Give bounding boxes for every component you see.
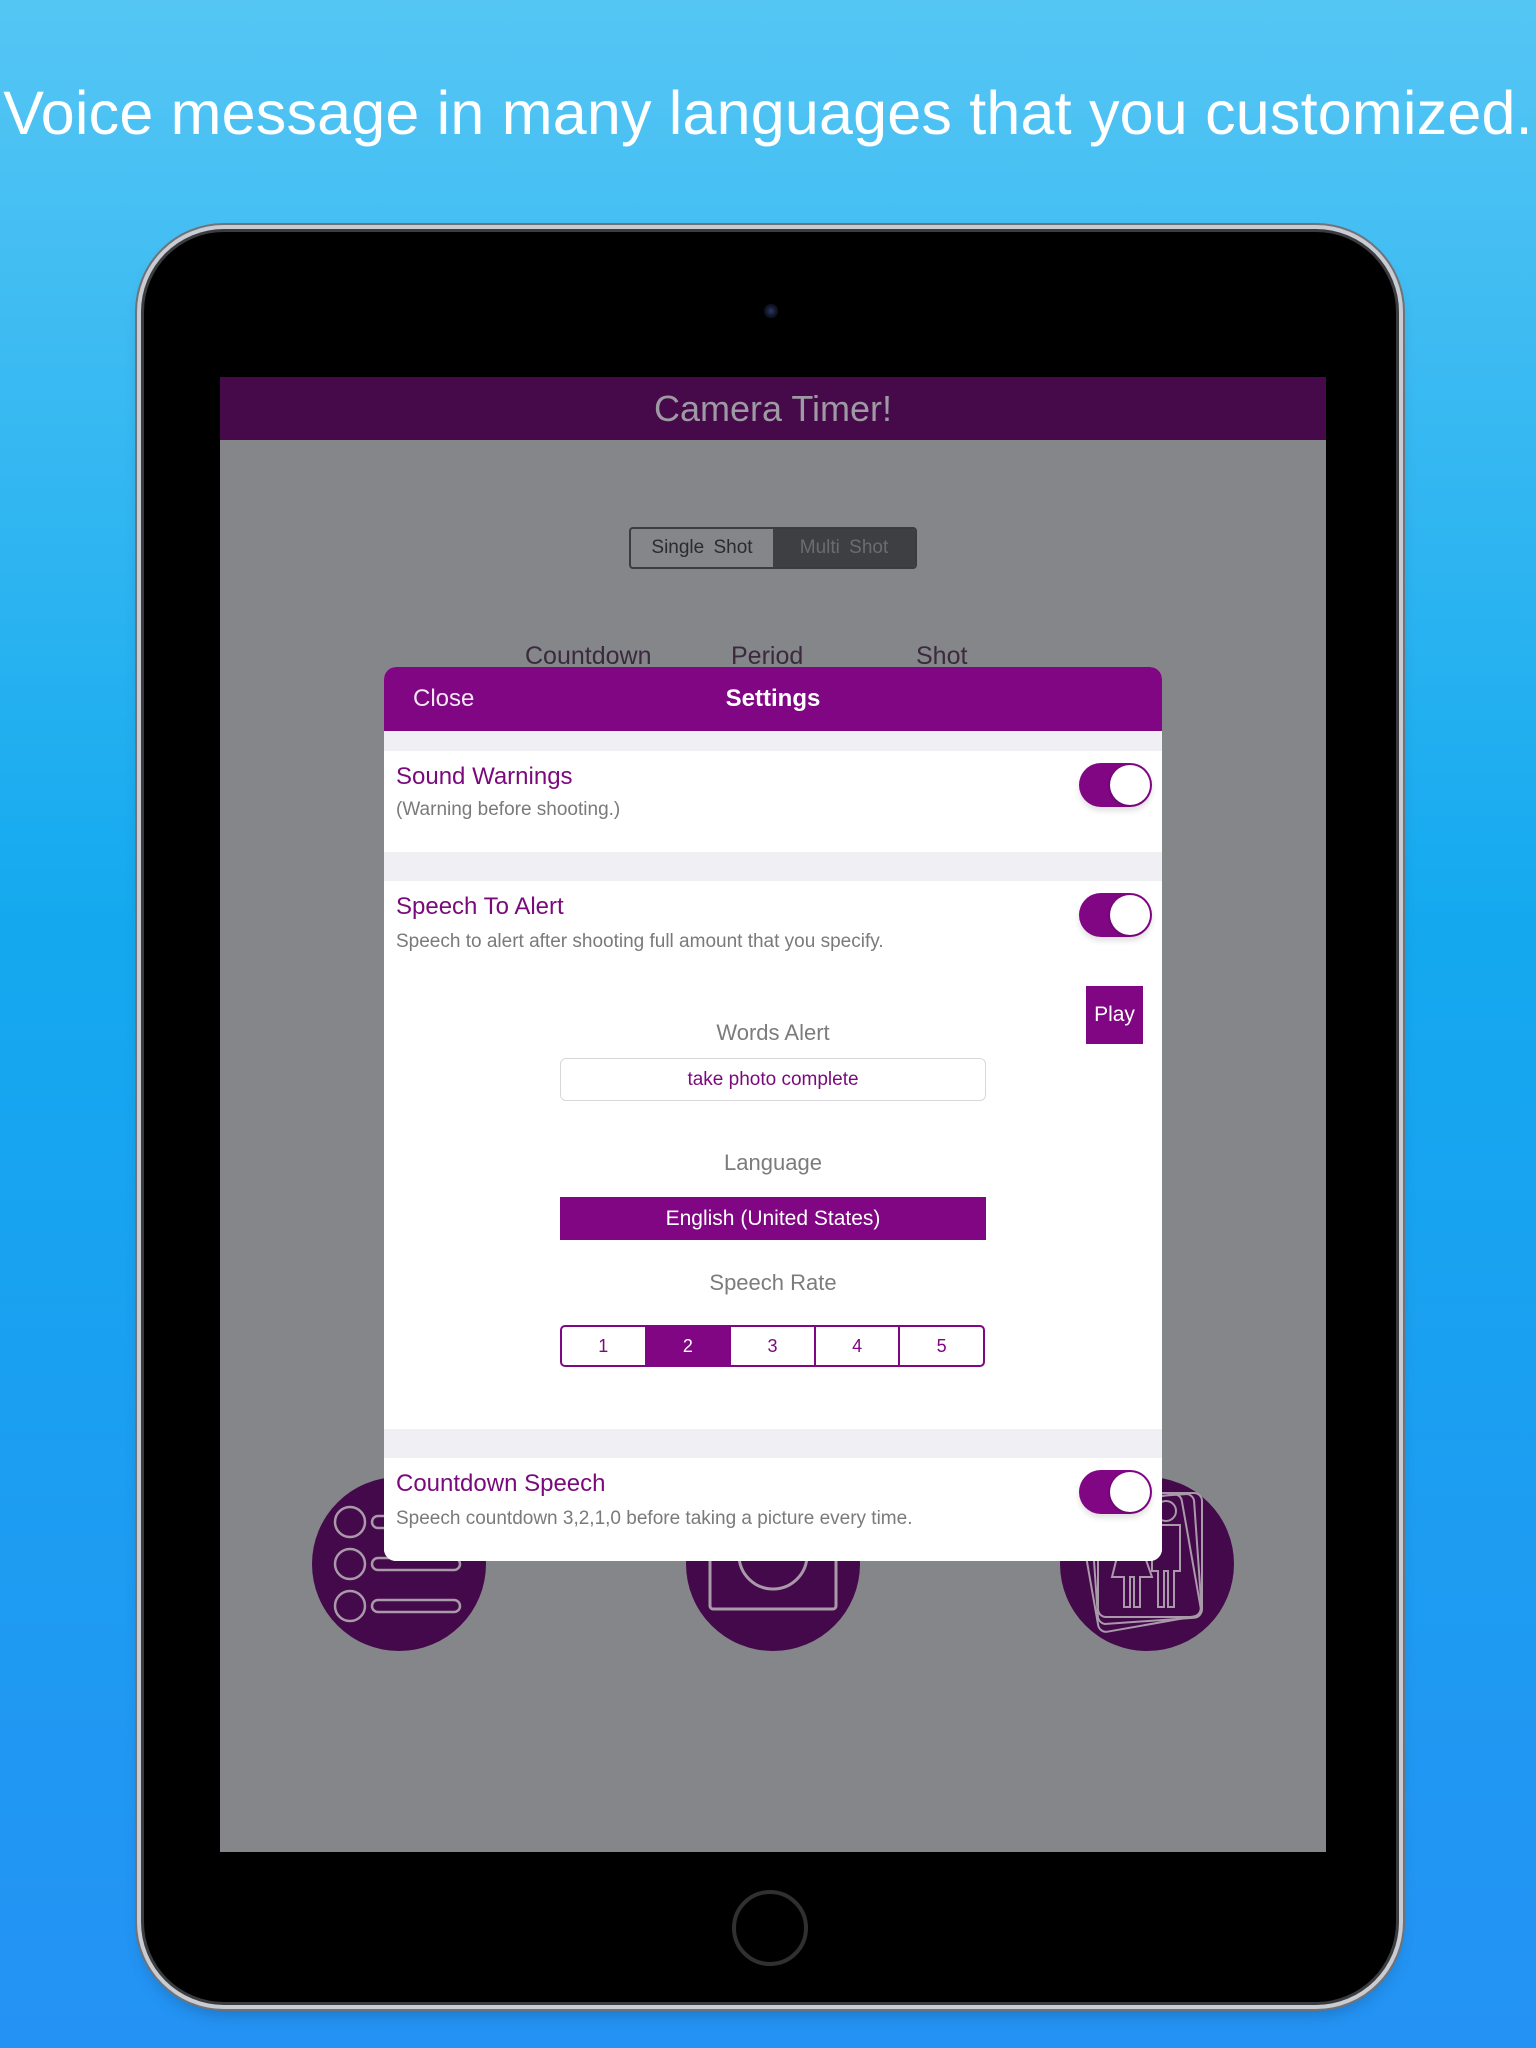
segment-multi-shot[interactable]: Multi Shot bbox=[773, 529, 915, 567]
speech-to-alert-toggle[interactable] bbox=[1079, 893, 1152, 937]
promo-headline: Voice message in many languages that you… bbox=[3, 79, 1533, 147]
speech-rate-label: Speech Rate bbox=[709, 1270, 837, 1295]
app-title: Camera Timer! bbox=[653, 388, 893, 429]
speech-rate-option-3[interactable]: 3 bbox=[729, 1327, 814, 1365]
toggle-knob bbox=[1110, 895, 1150, 935]
speech-rate-option-1[interactable]: 1 bbox=[562, 1327, 645, 1365]
speech-rate-segmented-control[interactable]: 1 2 3 4 5 bbox=[560, 1325, 985, 1367]
section-gap bbox=[384, 731, 1162, 751]
language-label: Language bbox=[724, 1150, 822, 1175]
sound-warnings-toggle[interactable] bbox=[1079, 763, 1152, 807]
segment-single-shot[interactable]: Single Shot bbox=[631, 529, 773, 567]
speech-rate-option-2[interactable]: 2 bbox=[644, 1327, 730, 1365]
words-alert-label: Words Alert bbox=[716, 1020, 830, 1045]
settings-title: Settings bbox=[725, 685, 821, 712]
section-gap bbox=[384, 1429, 1162, 1458]
app-title-bar: Camera Timer! bbox=[220, 377, 1326, 440]
countdown-speech-title: Countdown Speech bbox=[396, 1470, 606, 1497]
toggle-knob bbox=[1110, 765, 1150, 805]
settings-modal: Close Settings Sound Warnings (Warning b… bbox=[384, 667, 1162, 1561]
countdown-speech-subtitle: Speech countdown 3,2,1,0 before taking a… bbox=[396, 1508, 913, 1529]
section-gap bbox=[384, 852, 1162, 881]
language-selector-button[interactable]: English (United States) bbox=[560, 1197, 986, 1240]
sound-warnings-row: Sound Warnings (Warning before shooting.… bbox=[384, 751, 1162, 852]
sound-warnings-subtitle: (Warning before shooting.) bbox=[396, 799, 621, 820]
countdown-speech-row: Countdown Speech Speech countdown 3,2,1,… bbox=[384, 1458, 1162, 1561]
front-camera-icon bbox=[764, 304, 778, 318]
shot-mode-segmented-control[interactable]: Single Shot Multi Shot bbox=[629, 527, 917, 569]
settings-header: Close Settings bbox=[384, 667, 1162, 731]
speech-to-alert-row: Speech To Alert Speech to alert after sh… bbox=[384, 881, 1162, 1429]
sound-warnings-title: Sound Warnings bbox=[396, 763, 573, 790]
speech-rate-option-4[interactable]: 4 bbox=[813, 1327, 899, 1365]
speech-to-alert-title: Speech To Alert bbox=[396, 893, 564, 920]
speech-to-alert-subtitle: Speech to alert after shooting full amou… bbox=[396, 931, 884, 952]
countdown-speech-toggle[interactable] bbox=[1079, 1470, 1152, 1514]
toggle-knob bbox=[1110, 1472, 1150, 1512]
home-button[interactable] bbox=[732, 1890, 808, 1966]
speech-rate-option-5[interactable]: 5 bbox=[898, 1327, 983, 1365]
words-alert-input[interactable]: take photo complete bbox=[560, 1058, 986, 1101]
